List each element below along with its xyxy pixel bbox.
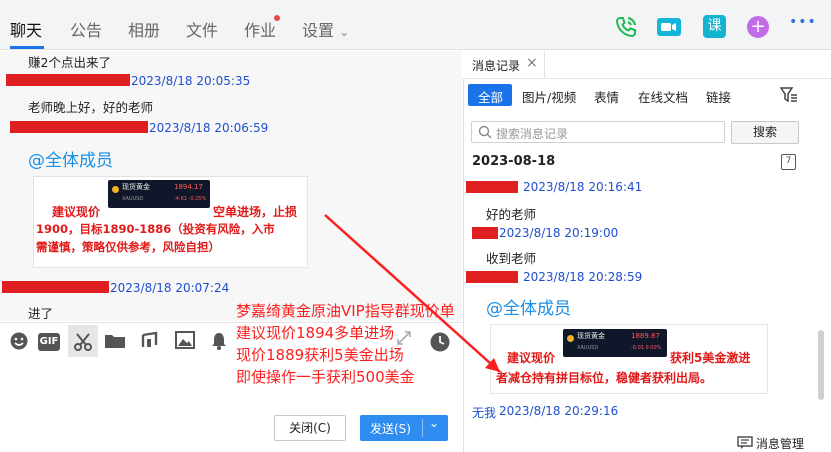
annotation-line: 建议现价1894多单进场 bbox=[236, 324, 395, 342]
annotation-line: 现价1889获利5美金出场 bbox=[236, 346, 404, 364]
annotation-line: 梦嘉绮黄金原油VIP指导群现价单 bbox=[236, 302, 455, 320]
annotation-line: 即使操作一手获利500美金 bbox=[236, 368, 415, 386]
annotation-arrow bbox=[324, 214, 501, 373]
